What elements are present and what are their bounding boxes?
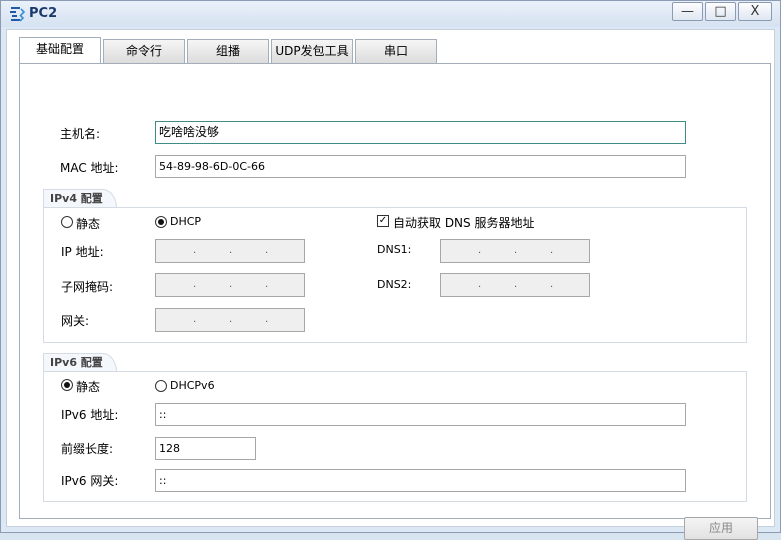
gateway-input[interactable]: . . . [155, 308, 305, 332]
ipv6-gateway-input[interactable]: :: [155, 469, 686, 492]
ip-dot: . [229, 314, 233, 325]
close-button[interactable]: X [738, 2, 772, 21]
ip-dot: . [265, 314, 269, 325]
auto-dns-checkbox[interactable]: ✓ [377, 215, 389, 227]
pc2-window: PC2 — □ X 基础配置 命令行 组播 UDP发包工具 串口 主机名: 吃啥… [0, 0, 781, 540]
ipv6-address-input[interactable]: :: [155, 403, 686, 426]
subnet-mask-label: 子网掩码: [61, 280, 114, 294]
ipv6-static-radio[interactable] [61, 379, 73, 391]
ip-dot: . [265, 279, 269, 290]
ipv6-dhcpv6-radio[interactable] [155, 380, 167, 392]
minimize-button[interactable]: — [672, 2, 703, 21]
tab-udp-tool[interactable]: UDP发包工具 [271, 39, 353, 63]
tab-command-line[interactable]: 命令行 [103, 39, 185, 63]
ipv6-group: 静态 DHCPv6 IPv6 地址: :: 前缀长度: 128 IPv6 网关:… [43, 371, 747, 502]
title-bar[interactable]: PC2 — □ X [1, 1, 780, 27]
ip-dot: . [550, 245, 554, 256]
ipv4-section-title: IPv4 配置 [43, 189, 117, 208]
subnet-mask-input[interactable]: . . . [155, 273, 305, 297]
window-title: PC2 [29, 6, 58, 21]
maximize-button[interactable]: □ [705, 2, 736, 21]
prefix-length-input[interactable]: 128 [155, 437, 256, 460]
tab-basic-config[interactable]: 基础配置 [19, 37, 101, 64]
ipv4-static-radio[interactable] [61, 216, 73, 228]
ip-dot: . [193, 279, 197, 290]
auto-dns-label: 自动获取 DNS 服务器地址 [393, 216, 535, 230]
ipv6-address-label: IPv6 地址: [61, 408, 119, 422]
ipv4-group: 静态 DHCP ✓ 自动获取 DNS 服务器地址 IP 地址: . . . 子网… [43, 207, 747, 343]
hostname-label: 主机名: [60, 127, 101, 141]
ip-dot: . [514, 245, 518, 256]
mac-label: MAC 地址: [60, 161, 119, 175]
ipv6-gateway-label: IPv6 网关: [61, 474, 119, 488]
ipv4-dhcp-radio[interactable] [155, 216, 167, 228]
ip-dot: . [478, 245, 482, 256]
ip-dot: . [193, 314, 197, 325]
dns2-label: DNS2: [377, 278, 412, 291]
ip-dot: . [550, 279, 554, 290]
ip-dot: . [229, 279, 233, 290]
ipv6-dhcpv6-label: DHCPv6 [170, 379, 215, 392]
mac-address-input[interactable]: 54-89-98-6D-0C-66 [155, 155, 686, 178]
ipv4-dhcp-label: DHCP [170, 215, 202, 228]
tab-serial-port[interactable]: 串口 [355, 39, 437, 63]
network-pc-icon [10, 7, 26, 22]
client-area: 基础配置 命令行 组播 UDP发包工具 串口 主机名: 吃啥啥没够 MAC 地址… [6, 29, 775, 540]
basic-config-panel: 主机名: 吃啥啥没够 MAC 地址: 54-89-98-6D-0C-66 IPv… [19, 63, 771, 540]
ip-dot: . [514, 279, 518, 290]
ip-dot: . [265, 245, 269, 256]
gateway-label: 网关: [61, 314, 90, 328]
prefix-length-label: 前缀长度: [61, 442, 114, 456]
ip-address-label: IP 地址: [61, 245, 104, 259]
ipv6-static-label: 静态 [76, 380, 101, 394]
ip-address-input[interactable]: . . . [155, 239, 305, 263]
dns1-input[interactable]: . . . [440, 239, 590, 263]
tab-multicast[interactable]: 组播 [187, 39, 269, 63]
dns1-label: DNS1: [377, 243, 412, 256]
apply-button[interactable]: 应用 [684, 517, 758, 540]
ip-dot: . [193, 245, 197, 256]
dns2-input[interactable]: . . . [440, 273, 590, 297]
ip-dot: . [478, 279, 482, 290]
ipv4-static-label: 静态 [76, 217, 101, 231]
hostname-input[interactable]: 吃啥啥没够 [155, 121, 686, 144]
ip-dot: . [229, 245, 233, 256]
ipv6-section-title: IPv6 配置 [43, 353, 117, 372]
